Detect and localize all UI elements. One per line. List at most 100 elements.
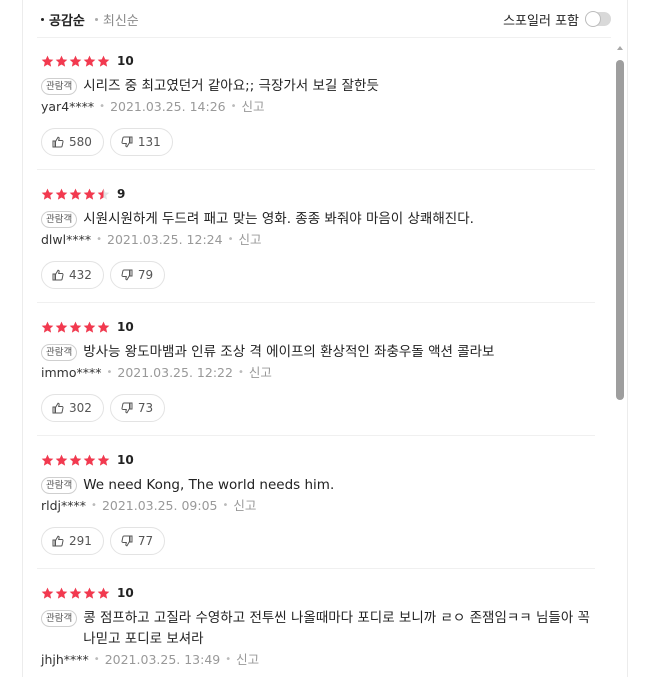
- like-button[interactable]: 432: [41, 261, 104, 289]
- review-text: 콩 점프하고 고질라 수영하고 전투씬 나올때마다 포디로 보니까 ㄹㅇ 존잼임…: [83, 610, 590, 647]
- star-rating: [41, 587, 111, 600]
- report-link[interactable]: 신고: [242, 97, 265, 116]
- review-item: 10 관람객 콩 점프하고 고질라 수영하고 전투씬 나올때마다 포디로 보니까…: [41, 584, 599, 677]
- review-score: 10: [117, 586, 134, 600]
- vote-buttons: 432 79: [41, 261, 599, 289]
- star-icon: [83, 55, 96, 67]
- bullet-icon: [94, 17, 98, 21]
- review-rating: 10: [41, 318, 599, 336]
- scrollbar-thumb[interactable]: [616, 60, 624, 400]
- star-icon: [83, 188, 96, 200]
- review-date: 2021.03.25. 12:24: [107, 232, 223, 247]
- star-icon: [55, 454, 68, 466]
- review-author: jhjh****: [41, 652, 89, 667]
- dislike-button[interactable]: 77: [109, 527, 166, 555]
- report-link[interactable]: 신고: [249, 363, 272, 382]
- dislike-button[interactable]: 79: [109, 261, 166, 289]
- like-count: 302: [69, 401, 92, 415]
- star-rating: [41, 321, 111, 334]
- sort-bar: 공감순 최신순: [41, 9, 149, 29]
- review-rating: 10: [41, 52, 599, 70]
- review-rating: 9: [41, 185, 599, 203]
- meta-separator: •: [222, 500, 229, 511]
- star-icon: [97, 321, 110, 333]
- star-icon: [83, 321, 96, 333]
- star-icon: [41, 321, 54, 333]
- review-text: 시리즈 중 최고였던거 같아요;; 극장가서 보길 잘한듯: [83, 78, 379, 94]
- review-date: 2021.03.25. 12:22: [117, 365, 233, 380]
- scrollbar[interactable]: [616, 46, 624, 677]
- review-divider: [37, 169, 595, 170]
- review-score: 10: [117, 320, 134, 334]
- star-rating: [41, 55, 111, 68]
- review-meta: jhjh**** • 2021.03.25. 13:49 • 신고: [41, 650, 599, 669]
- review-body: 관람객 시리즈 중 최고였던거 같아요;; 극장가서 보길 잘한듯: [41, 76, 599, 97]
- review-rating: 10: [41, 584, 599, 602]
- sort-option-latest[interactable]: 최신순: [94, 10, 139, 29]
- review-rating: 10: [41, 451, 599, 469]
- vote-buttons: 580 131: [41, 128, 599, 156]
- review-divider: [37, 302, 595, 303]
- review-meta: yar4**** • 2021.03.25. 14:26 • 신고: [41, 97, 599, 116]
- star-icon: [83, 587, 96, 599]
- meta-separator: •: [106, 367, 113, 378]
- spoiler-toggle[interactable]: [585, 11, 611, 27]
- thumbs-up-icon: [52, 136, 64, 148]
- viewer-badge: 관람객: [41, 610, 78, 627]
- like-count: 580: [69, 135, 92, 149]
- review-meta: dlwl**** • 2021.03.25. 12:24 • 신고: [41, 230, 599, 249]
- meta-separator: •: [93, 654, 100, 665]
- star-icon: [69, 188, 82, 200]
- star-icon: [83, 454, 96, 466]
- review-author: yar4****: [41, 99, 95, 114]
- star-rating: [41, 188, 111, 201]
- star-icon: [55, 587, 68, 599]
- like-button[interactable]: 580: [41, 128, 104, 156]
- thumbs-up-icon: [52, 269, 64, 281]
- review-body: 관람객 We need Kong, The world needs him.: [41, 475, 599, 496]
- meta-separator: •: [99, 101, 106, 112]
- review-divider: [37, 568, 595, 569]
- star-icon: [69, 321, 82, 333]
- thumbs-down-icon: [121, 535, 133, 547]
- report-link[interactable]: 신고: [233, 496, 256, 515]
- scroll-up-arrow-icon[interactable]: [617, 46, 623, 50]
- review-meta: immo**** • 2021.03.25. 12:22 • 신고: [41, 363, 599, 382]
- meta-separator: •: [230, 101, 237, 112]
- star-icon: [69, 587, 82, 599]
- meta-separator: •: [237, 367, 244, 378]
- report-link[interactable]: 신고: [238, 230, 261, 249]
- thumbs-down-icon: [121, 136, 133, 148]
- viewer-badge: 관람객: [41, 211, 78, 228]
- star-rating: [41, 454, 111, 467]
- like-count: 432: [69, 268, 92, 282]
- star-icon: [69, 454, 82, 466]
- dislike-count: 79: [137, 268, 154, 282]
- review-author: immo****: [41, 365, 102, 380]
- sort-option-sympathy[interactable]: 공감순: [41, 10, 85, 29]
- star-icon: [41, 188, 54, 200]
- report-link[interactable]: 신고: [236, 650, 259, 669]
- review-item: 10 관람객 We need Kong, The world needs him…: [41, 451, 599, 555]
- review-date: 2021.03.25. 14:26: [110, 99, 226, 114]
- like-button[interactable]: 291: [41, 527, 104, 555]
- star-icon: [41, 454, 54, 466]
- spoiler-label: 스포일러 포함: [503, 13, 579, 29]
- like-button[interactable]: 302: [41, 394, 104, 422]
- review-date: 2021.03.25. 13:49: [104, 652, 221, 667]
- dislike-button[interactable]: 131: [109, 128, 173, 156]
- star-icon: [69, 55, 82, 67]
- meta-separator: •: [227, 234, 234, 245]
- star-icon: [55, 55, 68, 67]
- dislike-button[interactable]: 73: [109, 394, 166, 422]
- dislike-count: 73: [137, 401, 154, 415]
- viewer-badge: 관람객: [41, 344, 78, 361]
- viewer-badge: 관람객: [41, 78, 78, 95]
- viewer-badge: 관람객: [41, 477, 78, 494]
- sort-option-label: 최신순: [102, 13, 139, 29]
- meta-separator: •: [96, 234, 103, 245]
- star-icon: [55, 188, 68, 200]
- star-icon: [97, 454, 110, 466]
- meta-separator: •: [91, 500, 97, 511]
- review-meta: rldj**** • 2021.03.25. 09:05 • 신고: [41, 496, 599, 515]
